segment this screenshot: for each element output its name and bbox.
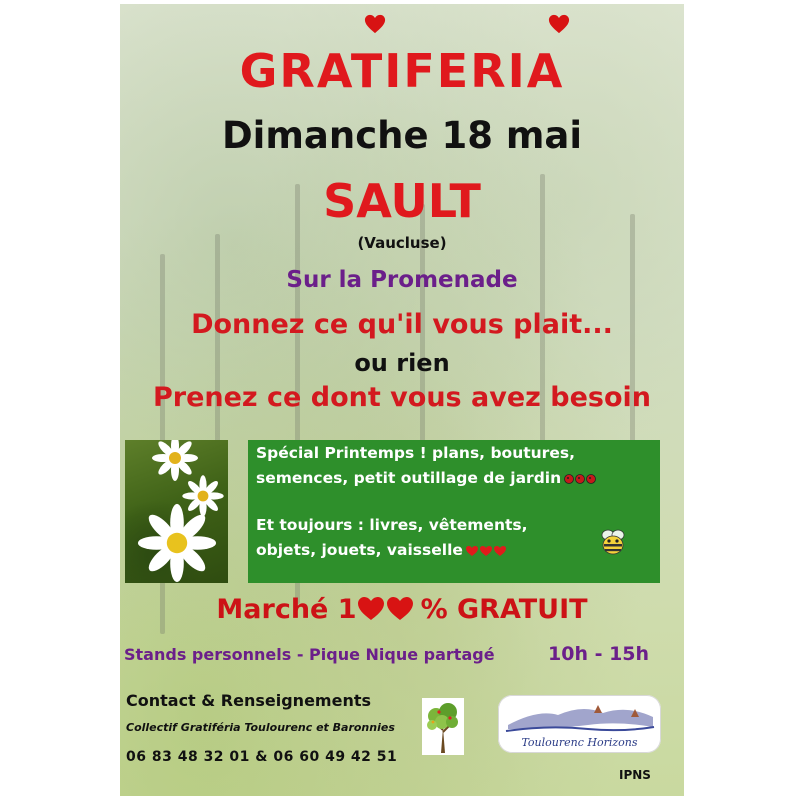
event-city: SAULT [323,174,481,228]
ladybug-icon [563,466,599,491]
event-region: (Vaucluse) [357,234,447,252]
heart-icon [465,538,507,563]
info-box: Spécial Printemps ! plans, boutures, sem… [248,440,660,583]
info-line-1: Spécial Printemps ! plans, boutures, [256,444,575,462]
heart-icon [548,13,570,35]
info-line-2-text: semences, petit outillage de jardin [256,469,562,487]
ipns-label: IPNS [619,768,651,782]
info-gap [256,491,660,513]
event-title: GRATIFERIA [239,44,565,98]
take-line: Prenez ce dont vous avez besoin [152,382,651,413]
bee-icon [598,528,628,556]
poster: GRATIFERIA Dimanche 18 mai SAULT (Vauclu… [120,4,684,796]
heart-icon [364,13,386,35]
event-date: Dimanche 18 mai [221,114,583,157]
toulourenc-horizons-logo: Toulourenc Horizons [498,695,661,753]
or-line: ou rien [354,349,450,377]
market-suffix: % GRATUIT [420,594,588,625]
tree-logo [422,698,464,755]
daisy-medium [182,475,224,517]
info-line-2: semences, petit outillage de jardin [256,466,660,491]
give-line: Donnez ce qu'il vous plait... [191,309,613,340]
daisy-small [152,440,198,481]
heart-icon [357,594,415,625]
stands-text: Stands personnels - Pique Nique partagé [124,645,495,664]
market-line: Marché 1 % GRATUIT [120,594,684,625]
contact-title: Contact & Renseignements [126,691,371,710]
org-name: Toulourenc Horizons [521,736,638,749]
event-venue: Sur la Promenade [286,267,518,293]
phone-numbers: 06 83 48 32 01 & 06 60 49 42 51 [126,749,398,765]
info-line-4-text: objets, jouets, vaisselle [256,541,463,559]
opening-hours: 10h - 15h [548,643,650,665]
market-prefix: Marché 1 [216,594,357,625]
collective-name: Collectif Gratiféria Toulourenc et Baron… [126,721,395,734]
flower-photo [125,440,228,583]
